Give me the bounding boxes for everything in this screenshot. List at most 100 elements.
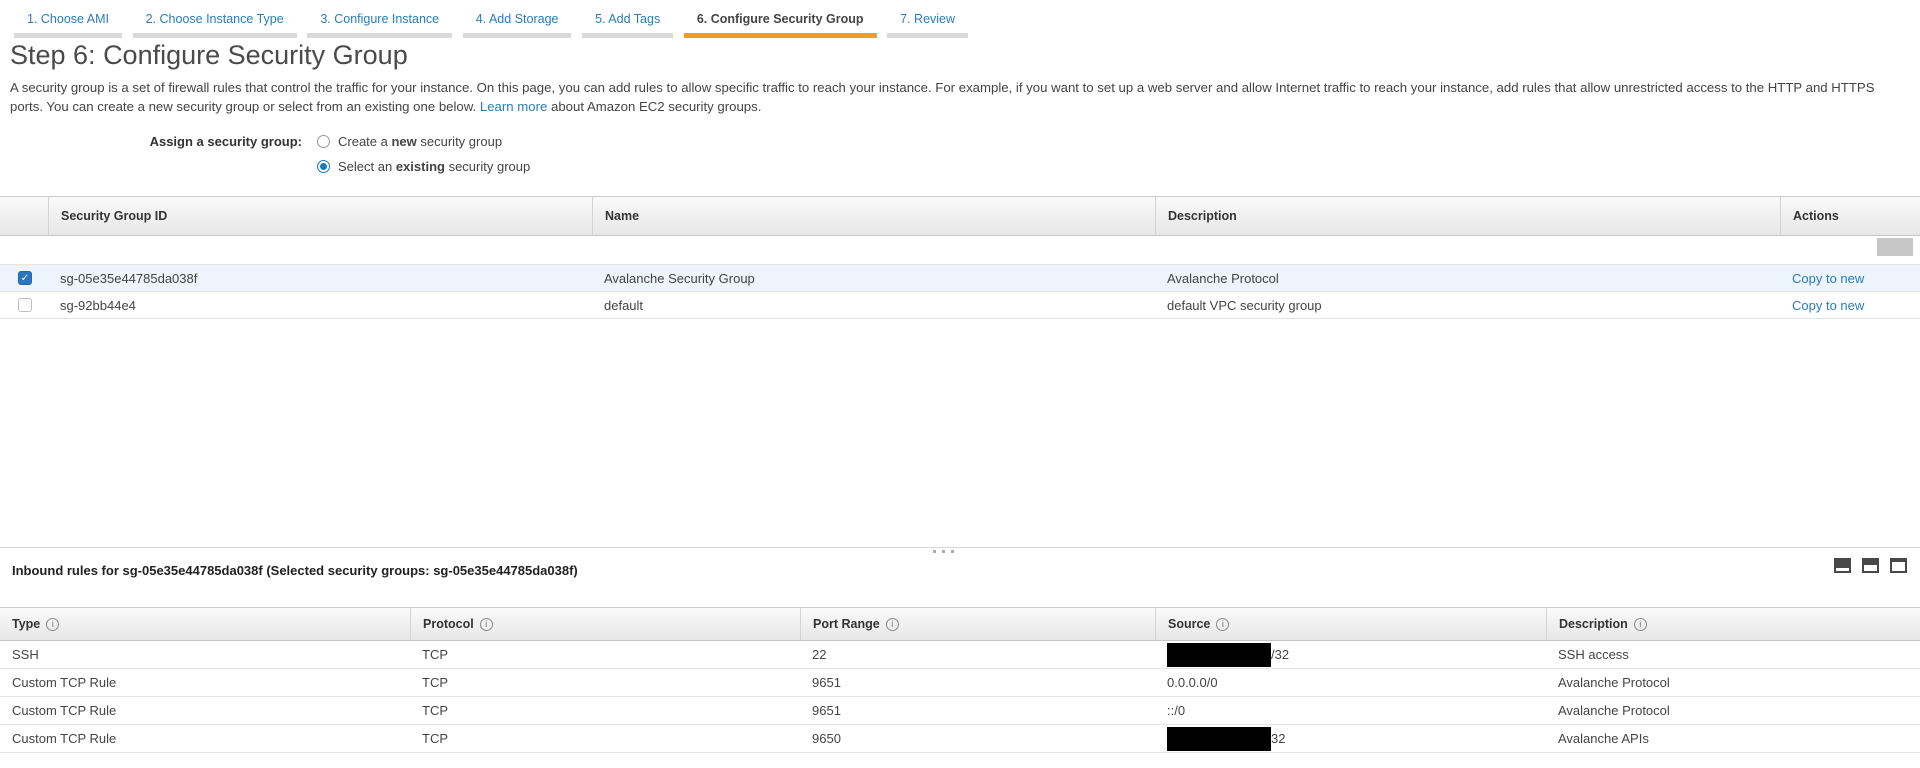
rule-source: 0.0.0.0/0 xyxy=(1167,675,1218,690)
description-text-after: about Amazon EC2 security groups. xyxy=(547,99,761,114)
configure-security-group-page: 1. Choose AMI 2. Choose Instance Type 3.… xyxy=(0,0,1920,768)
wizard-step-tab[interactable]: 2. Choose Instance Type xyxy=(133,0,297,38)
redacted-ip-box xyxy=(1167,643,1271,667)
pane-resize-handle[interactable] xyxy=(933,550,954,553)
wizard-step-underline xyxy=(14,33,122,38)
security-group-name: Avalanche Security Group xyxy=(592,271,1155,286)
rule-protocol: TCP xyxy=(410,703,800,718)
check-icon: ✓ xyxy=(21,273,29,284)
rule-description: SSH access xyxy=(1546,647,1920,662)
assign-security-group-section: Assign a security group: Create a new se… xyxy=(0,129,1920,179)
page-description: A security group is a set of firewall ru… xyxy=(10,79,1904,116)
security-group-radio-option[interactable]: Create a new security group xyxy=(317,129,1920,154)
rule-source-cell: 32 xyxy=(1155,727,1546,751)
wizard-step-underline xyxy=(307,33,452,38)
rule-port-range: 22 xyxy=(800,647,1155,662)
info-icon[interactable]: i xyxy=(1216,618,1229,631)
security-groups-rows: ✓ sg-05e35e44785da038f Avalanche Securit… xyxy=(0,264,1920,319)
wizard-step-label: 3. Configure Instance xyxy=(307,0,452,33)
wizard-step-tab[interactable]: 6. Configure Security Group xyxy=(684,0,877,38)
wizard-step-tabs: 1. Choose AMI 2. Choose Instance Type 3.… xyxy=(14,0,975,38)
row-checkbox-cell: ✓ xyxy=(0,298,48,312)
column-header-security-group-id: Security Group ID xyxy=(48,197,592,235)
wizard-step-label: 2. Choose Instance Type xyxy=(133,0,297,33)
security-group-actions-cell: Copy to new xyxy=(1780,298,1920,313)
column-header-name: Name xyxy=(592,197,1155,235)
security-group-row[interactable]: ✓ sg-92bb44e4 default default VPC securi… xyxy=(0,292,1920,319)
rule-source-cell: 0.0.0.0/0 xyxy=(1155,675,1546,690)
info-icon[interactable]: i xyxy=(1634,618,1647,631)
column-header-description: Descriptioni xyxy=(1546,608,1920,640)
description-text: A security group is a set of firewall ru… xyxy=(10,80,1875,114)
rule-source: 32 xyxy=(1271,731,1285,746)
wizard-step-label: 4. Add Storage xyxy=(463,0,572,33)
pane-divider xyxy=(0,547,1920,548)
wizard-step-label: 6. Configure Security Group xyxy=(684,0,877,33)
security-group-name: default xyxy=(592,298,1155,313)
rule-description: Avalanche Protocol xyxy=(1546,675,1920,690)
wizard-step-label: 5. Add Tags xyxy=(582,0,673,33)
radio-option-label: Select an existing security group xyxy=(338,159,530,174)
security-group-radio-option[interactable]: Select an existing security group xyxy=(317,154,1920,179)
rule-type: Custom TCP Rule xyxy=(0,703,410,718)
inbound-rules-table-header: Typei Protocoli Port Rangei Sourcei Desc… xyxy=(0,607,1920,641)
wizard-step-tab[interactable]: 1. Choose AMI xyxy=(14,0,122,38)
inbound-rule-row: SSH TCP 22 /32 SSH access xyxy=(0,641,1920,669)
wizard-step-underline xyxy=(582,33,673,38)
rule-type: Custom TCP Rule xyxy=(0,675,410,690)
rule-source: /32 xyxy=(1271,647,1289,662)
inbound-rules-rows: SSH TCP 22 /32 SSH access Custom TCP Rul… xyxy=(0,641,1920,753)
info-icon[interactable]: i xyxy=(480,618,493,631)
security-group-id: sg-92bb44e4 xyxy=(48,298,592,313)
info-icon[interactable]: i xyxy=(886,618,899,631)
column-header-port-range: Port Rangei xyxy=(800,608,1155,640)
rule-protocol: TCP xyxy=(410,731,800,746)
rule-description: Avalanche Protocol xyxy=(1546,703,1920,718)
rule-protocol: TCP xyxy=(410,647,800,662)
wizard-step-underline xyxy=(684,33,877,38)
radio-option-label: Create a new security group xyxy=(338,134,502,149)
security-group-description: Avalanche Protocol xyxy=(1155,271,1780,286)
copy-to-new-link[interactable]: Copy to new xyxy=(1792,271,1864,286)
assign-security-group-label: Assign a security group: xyxy=(0,134,302,149)
wizard-step-underline xyxy=(887,33,968,38)
security-group-id: sg-05e35e44785da038f xyxy=(48,271,592,286)
wizard-step-tab[interactable]: 4. Add Storage xyxy=(463,0,572,38)
wizard-step-underline xyxy=(463,33,572,38)
inbound-rules-title: Inbound rules for sg-05e35e44785da038f (… xyxy=(12,563,578,578)
wizard-step-tab[interactable]: 3. Configure Instance xyxy=(307,0,452,38)
column-header-description: Description xyxy=(1155,197,1780,235)
pane-small-icon[interactable] xyxy=(1834,558,1851,573)
security-groups-table: Security Group ID Name Description Actio… xyxy=(0,196,1920,319)
rule-port-range: 9651 xyxy=(800,675,1155,690)
security-group-description: default VPC security group xyxy=(1155,298,1780,313)
info-icon[interactable]: i xyxy=(46,618,59,631)
pane-layout-controls xyxy=(1834,558,1907,573)
column-header-type: Typei xyxy=(0,608,410,640)
rule-source-cell: ::/0 xyxy=(1155,703,1546,718)
pane-medium-icon[interactable] xyxy=(1862,558,1879,573)
rule-protocol: TCP xyxy=(410,675,800,690)
page-title: Step 6: Configure Security Group xyxy=(10,40,408,71)
column-header-actions: Actions xyxy=(1780,197,1920,235)
learn-more-link[interactable]: Learn more xyxy=(480,99,547,114)
wizard-step-tab[interactable]: 5. Add Tags xyxy=(582,0,673,38)
copy-to-new-link[interactable]: Copy to new xyxy=(1792,298,1864,313)
rule-type: Custom TCP Rule xyxy=(0,731,410,746)
radio-button-icon[interactable] xyxy=(317,160,330,173)
rule-port-range: 9651 xyxy=(800,703,1155,718)
select-checkbox[interactable]: ✓ xyxy=(18,298,32,312)
inbound-rule-row: Custom TCP Rule TCP 9651 0.0.0.0/0 Avala… xyxy=(0,669,1920,697)
column-header-protocol: Protocoli xyxy=(410,608,800,640)
select-checkbox[interactable]: ✓ xyxy=(18,271,32,285)
security-group-row[interactable]: ✓ sg-05e35e44785da038f Avalanche Securit… xyxy=(0,265,1920,292)
radio-button-icon[interactable] xyxy=(317,135,330,148)
wizard-step-tab[interactable]: 7. Review xyxy=(887,0,968,38)
wizard-step-label: 7. Review xyxy=(887,0,968,33)
rule-port-range: 9650 xyxy=(800,731,1155,746)
security-groups-table-header: Security Group ID Name Description Actio… xyxy=(0,196,1920,236)
wizard-step-label: 1. Choose AMI xyxy=(14,0,122,33)
pane-large-icon[interactable] xyxy=(1890,558,1907,573)
column-header-source: Sourcei xyxy=(1155,608,1546,640)
scrollbar-thumb[interactable] xyxy=(1877,238,1913,256)
